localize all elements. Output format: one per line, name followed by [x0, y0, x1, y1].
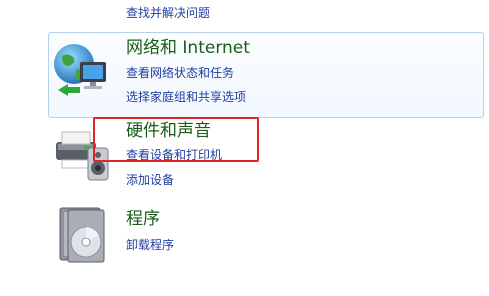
homegroup-sharing-link[interactable]: 选择家庭组和共享选项: [126, 89, 246, 105]
add-device-link[interactable]: 添加设备: [126, 172, 174, 188]
printer-speaker-icon: [56, 131, 109, 181]
devices-printers-link[interactable]: 查看设备和打印机: [126, 147, 222, 163]
network-globe-icon: [54, 44, 106, 96]
troubleshoot-link[interactable]: 查找并解决问题: [126, 5, 210, 21]
view-network-status-link[interactable]: 查看网络状态和任务: [126, 65, 234, 81]
programs-disc-icon: [59, 207, 105, 263]
hardware-sound-category-title[interactable]: 硬件和声音: [126, 120, 211, 142]
programs-category-title[interactable]: 程序: [126, 208, 160, 230]
network-category-title[interactable]: 网络和 Internet: [126, 37, 250, 59]
uninstall-program-link[interactable]: 卸载程序: [126, 237, 174, 253]
